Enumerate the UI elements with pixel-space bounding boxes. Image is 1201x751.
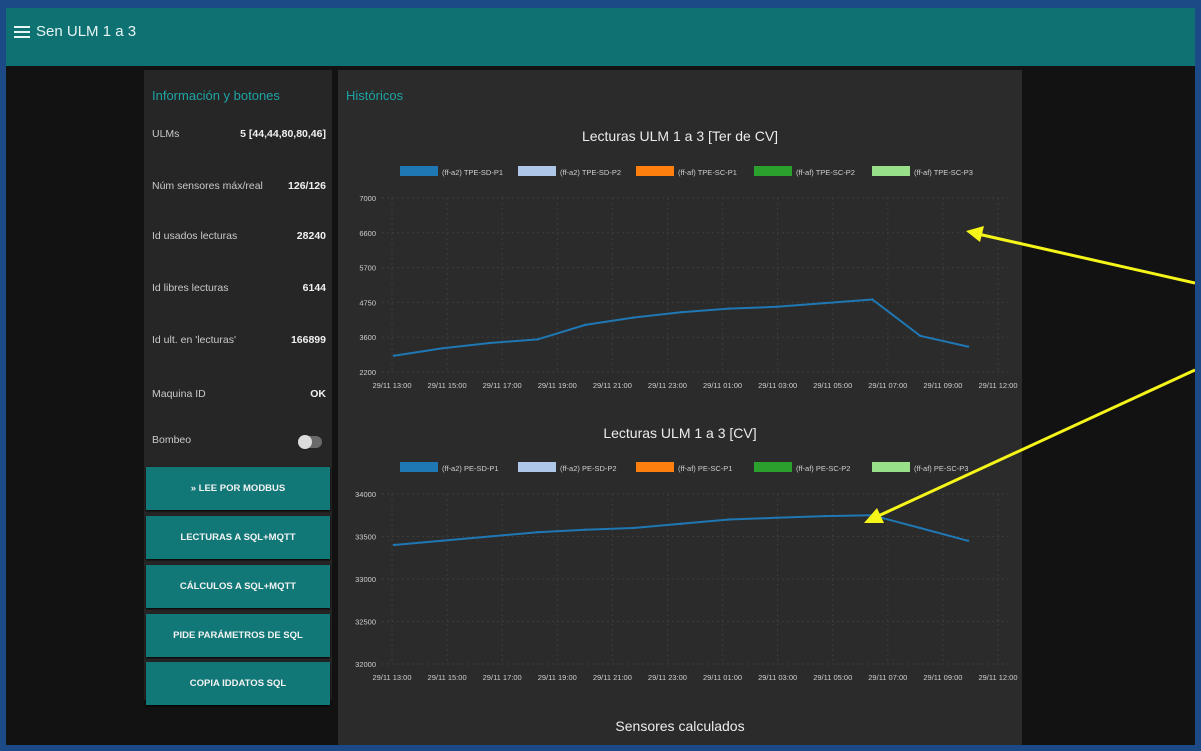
annotation-arrows [864, 226, 1195, 523]
arrow-to-chart-cv [875, 368, 1195, 519]
dashboard-window: Sen ULM 1 a 3 Información y botones ULMs… [6, 8, 1195, 745]
arrow-to-chart-ter [977, 232, 1195, 285]
arrowhead-ter [966, 226, 984, 242]
